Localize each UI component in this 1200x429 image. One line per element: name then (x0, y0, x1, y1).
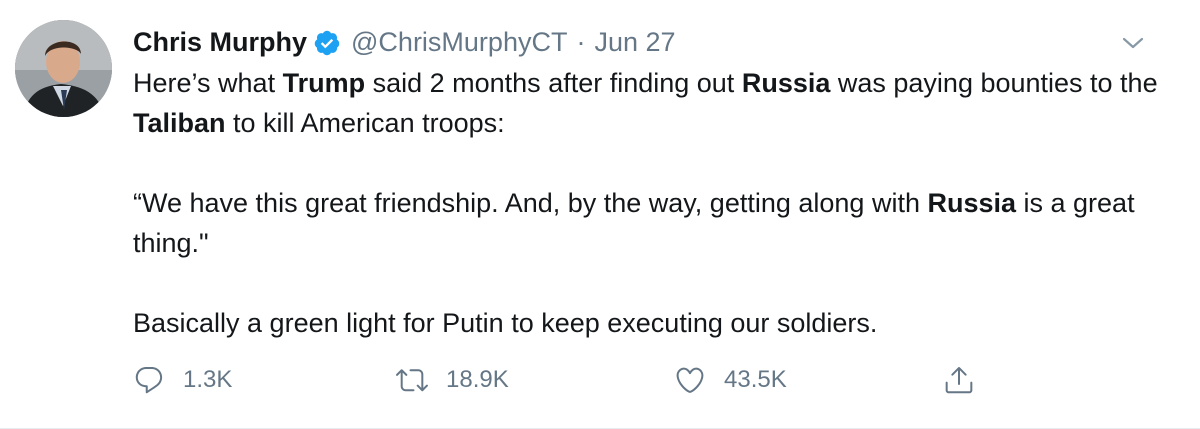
chevron-down-icon[interactable] (1120, 32, 1146, 54)
text-span: “We have this great friendship. And, by … (133, 188, 928, 218)
tweet-paragraph-1: Here’s what Trump said 2 months after fi… (133, 63, 1173, 143)
tweet-actions: 1.3K 18.9K 43.5K (133, 358, 993, 402)
author-handle[interactable]: @ChrisMurphyCT (351, 22, 567, 62)
retweet-button[interactable]: 18.9K (396, 358, 509, 402)
tweet[interactable]: Chris Murphy @ChrisMurphyCT · Jun 27 Her… (0, 0, 1200, 429)
reply-count: 1.3K (183, 366, 233, 393)
tweet-header: Chris Murphy @ChrisMurphyCT · Jun 27 (133, 22, 676, 62)
tweet-paragraph-3: Basically a green light for Putin to kee… (133, 308, 878, 338)
avatar-image (15, 20, 112, 117)
tweet-paragraph-2: “We have this great friendship. And, by … (133, 183, 1173, 263)
reply-icon (133, 364, 165, 396)
bold-text: Trump (282, 68, 366, 98)
text-span: Here’s what (133, 68, 283, 98)
verified-badge-icon (313, 28, 341, 56)
like-count: 43.5K (724, 366, 787, 393)
avatar[interactable] (15, 20, 112, 117)
bold-text: Russia (741, 68, 831, 98)
heart-icon (674, 364, 706, 396)
text-span: to kill American troops: (225, 108, 505, 138)
tweet-date[interactable]: Jun 27 (594, 22, 675, 62)
share-icon (943, 364, 975, 396)
reply-button[interactable]: 1.3K (133, 358, 232, 402)
like-button[interactable]: 43.5K (674, 358, 787, 402)
retweet-count: 18.9K (446, 366, 509, 393)
bold-text: Taliban (133, 108, 226, 138)
retweet-icon (396, 364, 428, 396)
separator-dot: · (576, 27, 586, 57)
share-button[interactable] (943, 358, 975, 402)
author-name[interactable]: Chris Murphy (133, 22, 307, 62)
text-span: was paying bounties to the (830, 68, 1158, 98)
text-span: said 2 months after finding out (365, 68, 742, 98)
tweet-text: Here’s what Trump said 2 months after fi… (133, 63, 1173, 343)
bold-text: Russia (927, 188, 1017, 218)
